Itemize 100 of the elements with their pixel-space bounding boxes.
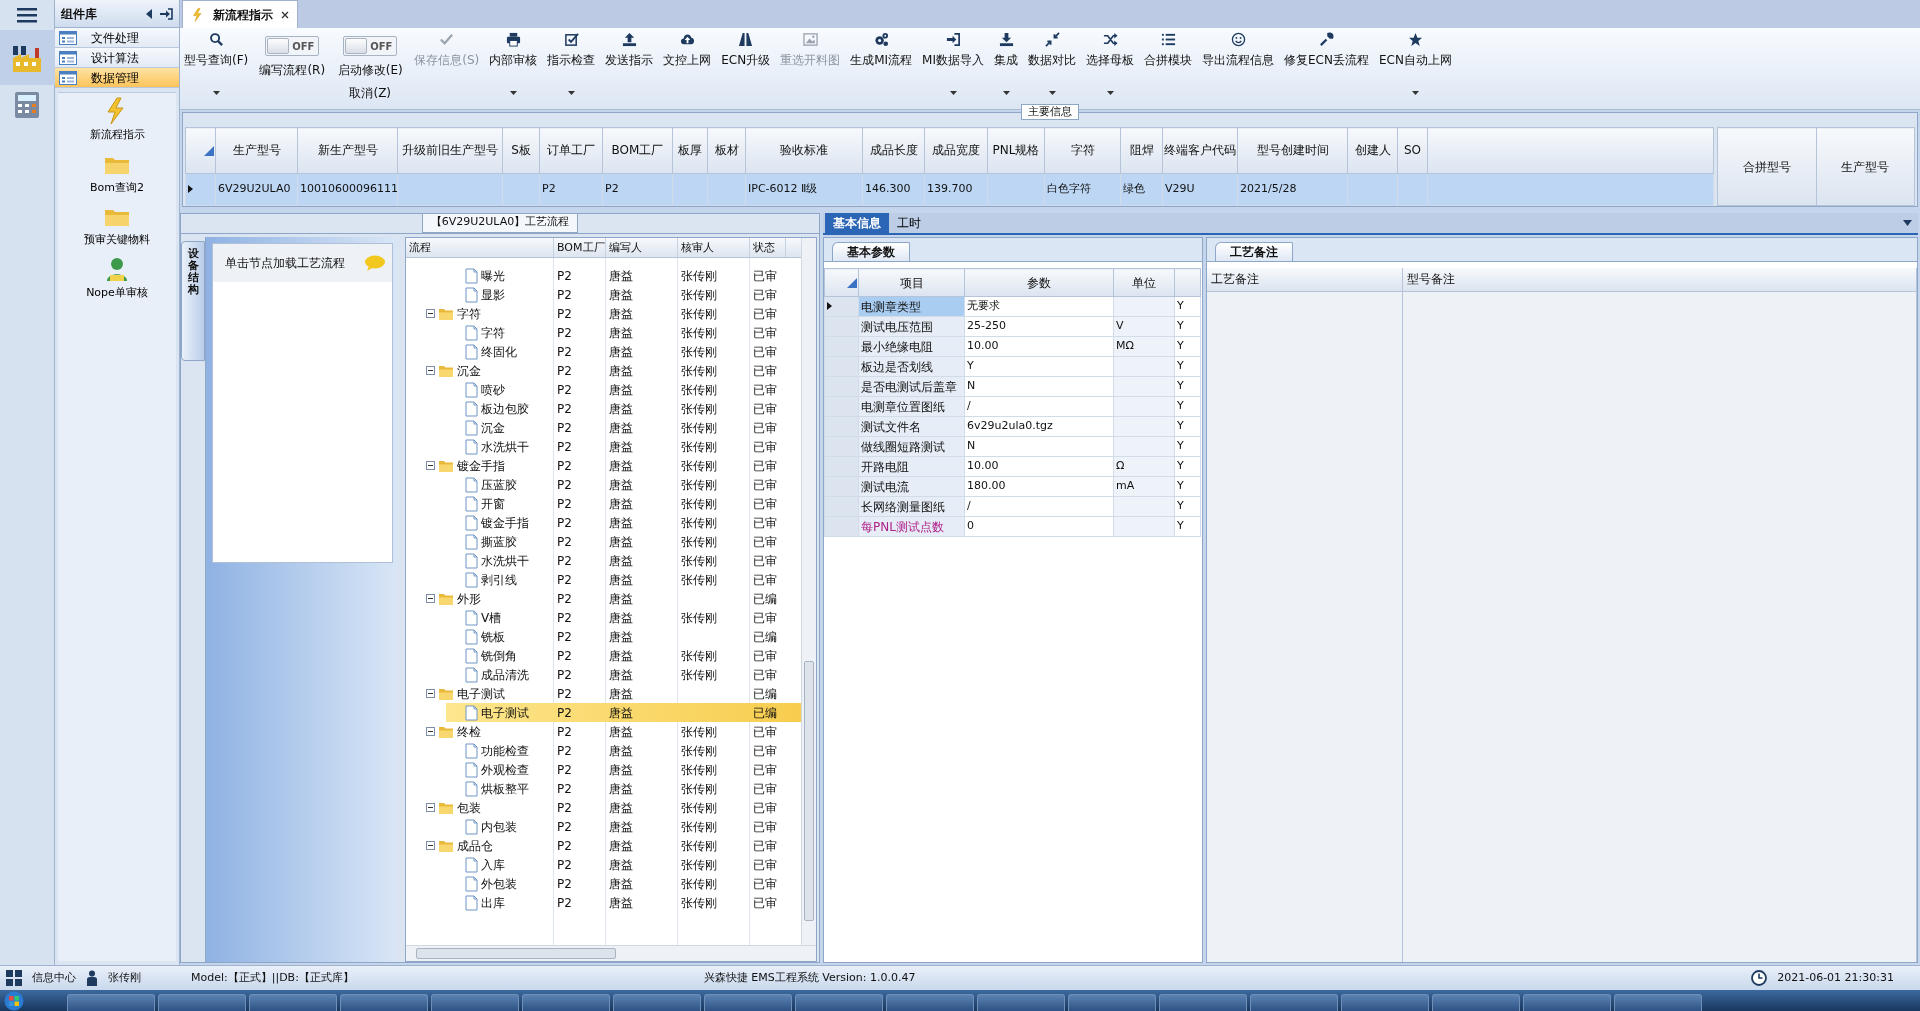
cancel-link[interactable]: 取消(Z) — [349, 84, 392, 102]
tree-row[interactable]: 包装 P2 唐益 张传刚 已审 — [406, 798, 801, 817]
table-row[interactable]: 板边是否划线 Y Y — [824, 356, 1201, 377]
tree-row[interactable]: 开窗 P2 唐益 张传刚 已审 — [406, 494, 801, 513]
taskbar-button[interactable] — [431, 994, 519, 1011]
group-tab[interactable]: 工艺备注 — [1215, 242, 1293, 261]
taskbar-button[interactable] — [1250, 994, 1338, 1011]
tree-row[interactable]: 成品清洗 P2 唐益 张传刚 已审 — [406, 665, 801, 684]
tree-row[interactable]: 出库 P2 唐益 张传刚 已审 — [406, 893, 801, 912]
close-icon[interactable] — [281, 10, 289, 19]
tree-row[interactable]: 撕蓝胶 P2 唐益 张传刚 已审 — [406, 532, 801, 551]
tree-row[interactable]: 显影 P2 唐益 张传刚 已审 — [406, 285, 801, 304]
tree-row[interactable]: 内包装 P2 唐益 张传刚 已审 — [406, 817, 801, 836]
collapse-icon[interactable] — [426, 594, 435, 603]
collapse-icon[interactable] — [426, 841, 435, 850]
toolbar-button[interactable]: ECN升级 — [719, 30, 773, 106]
tree-row[interactable]: 板边包胶 P2 唐益 张传刚 已审 — [406, 399, 801, 418]
table-row[interactable]: 每PNL测试点数 0 Y — [824, 516, 1201, 537]
vertical-scrollbar[interactable] — [801, 238, 816, 945]
taskbar-button[interactable] — [613, 994, 701, 1011]
toolbar-button[interactable]: 生成MI流程 — [848, 30, 915, 106]
tool-item[interactable]: 新流程指示 — [89, 95, 145, 148]
tab[interactable]: 工时 — [889, 213, 929, 233]
tool-item[interactable]: Bom查询2 — [90, 147, 144, 200]
tree-row[interactable]: 终检 P2 唐益 张传刚 已审 — [406, 722, 801, 741]
tree-row[interactable]: 入库 P2 唐益 张传刚 已审 — [406, 855, 801, 874]
taskbar-button[interactable] — [1614, 994, 1702, 1011]
taskbar-button[interactable] — [67, 994, 155, 1011]
toolbar-button[interactable]: 型号查询(F) — [182, 30, 251, 106]
toolbar-button[interactable]: 修复ECN丢流程 — [1282, 30, 1371, 106]
side-tab[interactable]: 设备结构 — [181, 241, 205, 361]
taskbar-button[interactable] — [886, 994, 974, 1011]
tool-item[interactable]: Nope单审核 — [86, 252, 148, 305]
tree-row[interactable]: 铣板 P2 唐益 已编 — [406, 627, 801, 646]
toolbar-button[interactable]: 集成 — [992, 30, 1020, 106]
toggle-switch[interactable]: OFF — [265, 36, 320, 56]
start-button[interactable] — [4, 991, 24, 1011]
tree-row[interactable]: 外观检查 P2 唐益 张传刚 已审 — [406, 760, 801, 779]
tree-row[interactable]: 镀金手指 P2 唐益 张传刚 已审 — [406, 513, 801, 532]
toolbar-button[interactable]: 数据对比 — [1026, 30, 1078, 106]
toolbar-button[interactable]: 指示检查 — [545, 30, 598, 106]
nav-item[interactable]: 设计算法 — [55, 48, 179, 68]
taskbar-button[interactable] — [522, 994, 610, 1011]
table-row[interactable]: 是否电测试后盖章 N Y — [824, 376, 1201, 397]
tool-item[interactable]: 预审关键物料 — [84, 200, 150, 253]
collapse-icon[interactable] — [426, 689, 435, 698]
table-row[interactable]: 测试电压范围 25-250 V Y — [824, 316, 1201, 337]
tree-row[interactable]: 烘板整平 P2 唐益 张传刚 已审 — [406, 779, 801, 798]
tree-row[interactable]: 剥引线 P2 唐益 张传刚 已审 — [406, 570, 801, 589]
module-button[interactable] — [0, 30, 55, 85]
sign-in-icon[interactable] — [159, 7, 173, 20]
tree-row[interactable]: V槽 P2 唐益 张传刚 已审 — [406, 608, 801, 627]
toolbar-button[interactable]: 内部审核 — [487, 30, 540, 106]
taskbar-button[interactable] — [158, 994, 246, 1011]
taskbar-button[interactable] — [1159, 994, 1247, 1011]
table-row[interactable]: 测试电流 180.00 mA Y — [824, 476, 1201, 497]
taskbar-button[interactable] — [977, 994, 1065, 1011]
table-row[interactable]: 做线圈短路测试 N Y — [824, 436, 1201, 457]
taskbar-button[interactable] — [1523, 994, 1611, 1011]
toolbar-button[interactable]: 发送指示 — [603, 30, 656, 106]
tree-row[interactable]: 电子测试 P2 唐益 已编 — [406, 684, 801, 703]
taskbar-button[interactable] — [1432, 994, 1520, 1011]
tree-row[interactable]: 镀金手指 P2 唐益 张传刚 已审 — [406, 456, 801, 475]
toolbar-button[interactable]: 合拼模块 — [1142, 30, 1194, 106]
tree-row[interactable]: 字符 P2 唐益 张传刚 已审 — [406, 323, 801, 342]
table-row[interactable]: 最小绝缘电阻 10.00 MΩ Y — [824, 336, 1201, 357]
toggle-switch[interactable]: OFF — [343, 36, 398, 56]
horizontal-scrollbar[interactable] — [406, 945, 816, 961]
tree-row[interactable]: 压蓝胶 P2 唐益 张传刚 已审 — [406, 475, 801, 494]
tab[interactable]: 基本信息 — [825, 213, 889, 233]
taskbar-button[interactable] — [340, 994, 428, 1011]
tree-row[interactable]: 外形 P2 唐益 已编 — [406, 589, 801, 608]
table-row[interactable]: 长网络测量图纸 / Y — [824, 496, 1201, 517]
table-row[interactable]: 测试文件名 6v29u2ula0.tgz Y — [824, 416, 1201, 437]
collapse-icon[interactable] — [145, 8, 153, 19]
dropdown-icon[interactable] — [1903, 220, 1912, 226]
tree-row[interactable]: 水洗烘干 P2 唐益 张传刚 已审 — [406, 551, 801, 570]
tree-row[interactable]: 功能检查 P2 唐益 张传刚 已审 — [406, 741, 801, 760]
status-text[interactable]: 信息中心 — [32, 969, 76, 987]
tree-row[interactable]: 水洗烘干 P2 唐益 张传刚 已审 — [406, 437, 801, 456]
tree-row[interactable]: 成品仓 P2 唐益 张传刚 已审 — [406, 836, 801, 855]
taskbar-button[interactable] — [795, 994, 883, 1011]
tree-row[interactable]: 铣倒角 P2 唐益 张传刚 已审 — [406, 646, 801, 665]
toolbar-button[interactable]: MI数据导入 — [920, 30, 986, 106]
tree-row[interactable]: 字符 P2 唐益 张传刚 已审 — [406, 304, 801, 323]
table-row[interactable]: 6V29U2ULA0 10010600096111 P2 P2 IPC-6012 Ⅱ级 146.300 139.700 白色字符 绿色 V29U 2021/5/28 — [185, 173, 1714, 206]
group-tab[interactable]: 基本参数 — [832, 242, 910, 261]
toolbar-button[interactable]: 文控上网 — [661, 30, 714, 106]
toolbar-button[interactable]: 选择母板 — [1084, 30, 1136, 106]
toolbar-button[interactable]: ECN自动上网 — [1376, 30, 1454, 106]
taskbar-button[interactable] — [1341, 994, 1429, 1011]
toolbar-button[interactable]: 导出流程信息 — [1200, 30, 1276, 106]
collapse-icon[interactable] — [426, 366, 435, 375]
document-tab[interactable]: 新流程指示 — [182, 0, 298, 28]
grid-icon[interactable] — [6, 970, 22, 986]
taskbar-button[interactable] — [1068, 994, 1156, 1011]
table-row[interactable]: 电测章位置图纸 / Y — [824, 396, 1201, 417]
table-row[interactable]: 电测章类型 无要求 Y — [824, 296, 1201, 317]
tree-row[interactable]: 终固化 P2 唐益 张传刚 已审 — [406, 342, 801, 361]
nav-item[interactable]: 数据管理 — [55, 68, 179, 88]
